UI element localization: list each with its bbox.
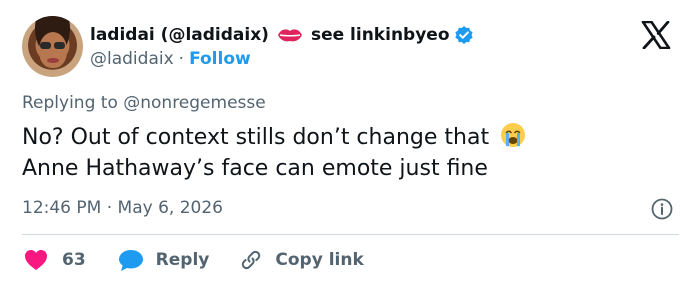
avatar-glasses-right: [54, 42, 65, 49]
avatar[interactable]: [22, 16, 83, 77]
separator-dot: ·: [178, 49, 185, 69]
tweet-text-line1: No? Out of context stills don’t change t…: [22, 125, 490, 150]
copy-link-button[interactable]: Copy link: [239, 248, 364, 272]
like-button[interactable]: 63: [24, 249, 86, 271]
avatar-glasses-left: [40, 42, 51, 49]
author-name-row: ladidai (@ladidaix) see linkinbyeo: [90, 22, 474, 48]
replying-to[interactable]: Replying to @nonregemesse: [22, 93, 266, 113]
tweet-text: No? Out of context stills don’t change t…: [22, 122, 662, 184]
loudly-crying-face-icon: [501, 123, 526, 147]
x-logo-icon[interactable]: [641, 21, 671, 49]
info-icon[interactable]: [651, 198, 673, 220]
tweet-timestamp[interactable]: 12:46 PM · May 6, 2026: [22, 198, 223, 218]
like-count: 63: [62, 250, 86, 270]
copy-link-label: Copy link: [275, 250, 364, 270]
lips-icon: [277, 29, 302, 42]
action-bar: 63 Reply Copy link: [24, 246, 364, 274]
reply-button[interactable]: Reply: [118, 248, 210, 272]
heart-icon: [25, 250, 47, 270]
author-link-text[interactable]: see linkinbyeo: [311, 25, 450, 45]
reply-bubble-icon: [118, 250, 143, 271]
link-icon: [242, 250, 261, 270]
divider: [22, 234, 679, 235]
author-display-name[interactable]: ladidai (@ladidaix): [90, 25, 269, 45]
tweet-text-line2: Anne Hathaway’s face can emote just fine: [22, 156, 488, 181]
author-handle[interactable]: @ladidaix: [90, 49, 174, 69]
follow-button[interactable]: Follow: [189, 49, 251, 69]
reply-label: Reply: [155, 250, 210, 270]
avatar-lips: [47, 58, 59, 63]
author-handle-row: @ladidaix · Follow: [90, 47, 251, 71]
verified-icon: [454, 26, 473, 44]
